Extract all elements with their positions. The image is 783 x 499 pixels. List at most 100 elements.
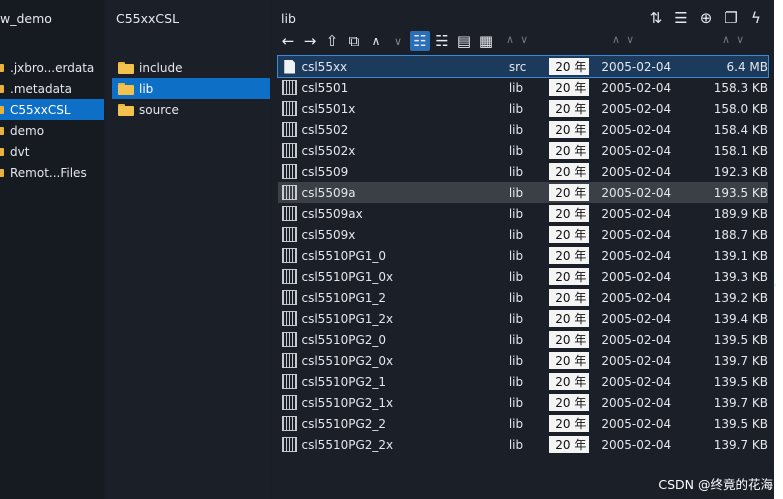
grid-view-icon[interactable]: ▦: [476, 31, 496, 51]
file-size: 139.5 KB: [713, 374, 768, 389]
file-name: csl5510PG2_1: [301, 374, 387, 389]
gallery-view-icon[interactable]: ▤: [454, 31, 474, 51]
file-year-badge: 20 年: [548, 268, 590, 285]
file-date: 2005-02-04: [601, 269, 672, 284]
folder-item-label: source: [139, 102, 179, 117]
chevron-right-icon[interactable]: ›: [773, 280, 777, 291]
file-ext: src: [508, 59, 527, 74]
lib-icon: [282, 227, 298, 242]
file-name: csl5510PG1_2: [301, 290, 387, 305]
folder-item[interactable]: include: [112, 57, 270, 78]
lib-icon: [282, 122, 298, 137]
file-year-badge: 20 年: [548, 205, 590, 222]
file-ext: lib: [508, 395, 524, 410]
file-name: csl5509: [301, 164, 349, 179]
file-row[interactable]: csl5510PG2_2x lib 20 年 2005-02-04 139.7 KB: [278, 434, 768, 455]
chevron-up-icon: ∧: [722, 33, 731, 46]
file-name: csl5510PG1_2x: [301, 311, 394, 326]
file-row[interactable]: csl5509 lib 20 年 2005-02-04 192.3 KB: [278, 161, 768, 182]
file-ext: lib: [508, 185, 524, 200]
folder-icon: [118, 82, 134, 95]
file-year-badge: 20 年: [548, 100, 590, 117]
file-size: 192.3 KB: [713, 164, 768, 179]
list-settings-icon[interactable]: ☰: [671, 8, 691, 28]
lib-icon: [282, 416, 298, 432]
file-ext: lib: [508, 101, 524, 116]
file-date: 2005-02-04: [601, 164, 672, 179]
folder-item[interactable]: source: [112, 99, 270, 120]
lib-icon: [282, 269, 298, 285]
file-date: 2005-02-04: [601, 206, 672, 221]
file-row[interactable]: csl5501x lib 20 年 2005-02-04 158.0 KB: [278, 98, 768, 119]
add-icon[interactable]: ⊕: [696, 8, 716, 28]
sort-name-toggle[interactable]: ∧ ∨: [506, 33, 534, 46]
file-row[interactable]: csl5509a lib 20 年 2005-02-04 193.5 KB: [278, 182, 768, 203]
action-icon[interactable]: ϟ: [746, 8, 766, 28]
tree-item[interactable]: demo: [0, 120, 104, 141]
detail-view-icon[interactable]: ☵: [432, 31, 452, 51]
file-row[interactable]: csl5510PG2_0 lib 20 年 2005-02-04 139.5 KB: [278, 329, 768, 350]
file-row[interactable]: csl5510PG2_2 lib 20 年 2005-02-04 139.5 KB: [278, 413, 768, 434]
file-row[interactable]: csl5510PG1_2 lib 20 年 2005-02-04 139.2 KB: [278, 287, 768, 308]
chevron-down-icon: ∨: [626, 33, 635, 46]
sort-size-toggle[interactable]: ∧ ∨: [722, 33, 750, 46]
folder-item[interactable]: lib: [112, 78, 270, 99]
file-date: 2005-02-04: [601, 332, 672, 347]
file-size: 139.1 KB: [713, 248, 768, 263]
file-row[interactable]: csl5510PG2_1x lib 20 年 2005-02-04 139.7 KB: [278, 392, 768, 413]
file-column: lib ⇅ ☰ ⊕ ❐ ϟ ← → ⇧ ⧉ ∧ ∨ ☷ ☵ ▤ ▦ ∧ ∨ ∧ …: [272, 0, 774, 499]
file-row[interactable]: csl5509x lib 20 年 2005-02-04 188.7 KB: [278, 224, 768, 245]
tree-item[interactable]: C55xxCSL: [0, 99, 104, 120]
chevron-down-icon[interactable]: ∨: [388, 31, 408, 51]
file-row[interactable]: csl5509ax lib 20 年 2005-02-04 189.9 KB: [278, 203, 768, 224]
tree-item[interactable]: .metadata: [0, 78, 104, 99]
file-row[interactable]: csl5510PG1_0x lib 20 年 2005-02-04 139.3 KB: [278, 266, 768, 287]
file-date: 2005-02-04: [601, 437, 672, 452]
file-list: csl55xx src 20 年 2005-02-04 6.4 MB csl5501 lib…: [277, 55, 769, 455]
file-year-badge: 20 年: [548, 331, 590, 348]
file-row[interactable]: csl5510PG1_0 lib 20 年 2005-02-04 139.1 KB: [278, 245, 768, 266]
file-name: csl5510PG2_1x: [301, 395, 394, 410]
forward-icon[interactable]: →: [300, 31, 320, 51]
sort-icon[interactable]: ⇅: [646, 8, 666, 28]
file-ext: lib: [508, 374, 524, 389]
file-name: csl5510PG2_0: [301, 332, 387, 347]
lib-icon: [282, 374, 298, 389]
file-row[interactable]: csl5502 lib 20 年 2005-02-04 158.4 KB: [278, 119, 768, 140]
file-ext: lib: [508, 80, 524, 95]
folder-icon: [118, 103, 134, 116]
file-row[interactable]: csl5501 lib 20 年 2005-02-04 158.3 KB: [278, 77, 768, 98]
new-folder-icon[interactable]: ⧉: [344, 31, 364, 51]
file-date: 2005-02-04: [601, 248, 672, 263]
tree-item[interactable]: Remot...Files: [0, 162, 104, 183]
lib-icon: [282, 437, 298, 453]
parent-folder-icon[interactable]: ⇧: [322, 31, 342, 51]
tree-item[interactable]: .jxbro...erdata: [0, 57, 104, 78]
file-date: 2005-02-04: [601, 416, 672, 431]
file-year-badge: 20 年: [548, 184, 590, 201]
file-row[interactable]: csl55xx src 20 年 2005-02-04 6.4 MB: [277, 55, 769, 78]
lib-icon: [282, 143, 298, 158]
folder-icon: [0, 168, 4, 177]
watermark: CSDN @终竟的花海: [658, 477, 773, 492]
file-row[interactable]: csl5510PG2_0x lib 20 年 2005-02-04 139.7 KB: [278, 350, 768, 371]
lib-icon: [282, 416, 298, 431]
collapse-icon[interactable]: ∧: [366, 31, 386, 51]
list-view-icon[interactable]: ☷: [410, 31, 430, 51]
lib-icon: [282, 353, 298, 368]
tree-item[interactable]: dvt: [0, 141, 104, 162]
clipboard-icon[interactable]: ❐: [721, 8, 741, 28]
file-ext: lib: [508, 311, 524, 326]
nav-toolbar: ← → ⇧ ⧉ ∧ ∨ ☷ ☵ ▤ ▦: [278, 31, 496, 51]
file-row[interactable]: csl5502x lib 20 年 2005-02-04 158.1 KB: [278, 140, 768, 161]
file-row[interactable]: csl5510PG1_2x lib 20 年 2005-02-04 139.4 KB: [278, 308, 768, 329]
folder-icon: [0, 126, 4, 135]
sort-date-toggle[interactable]: ∧ ∨: [612, 33, 640, 46]
folder-tree: .jxbro...erdata .metadata C55xxCSL demo dvt R…: [0, 57, 104, 183]
folder-item-label: lib: [139, 81, 154, 96]
adjacent-window-edge: [774, 0, 783, 499]
back-icon[interactable]: ←: [278, 31, 298, 51]
file-ext: lib: [508, 416, 524, 431]
doc-icon: [284, 59, 296, 74]
file-row[interactable]: csl5510PG2_1 lib 20 年 2005-02-04 139.5 KB: [278, 371, 768, 392]
